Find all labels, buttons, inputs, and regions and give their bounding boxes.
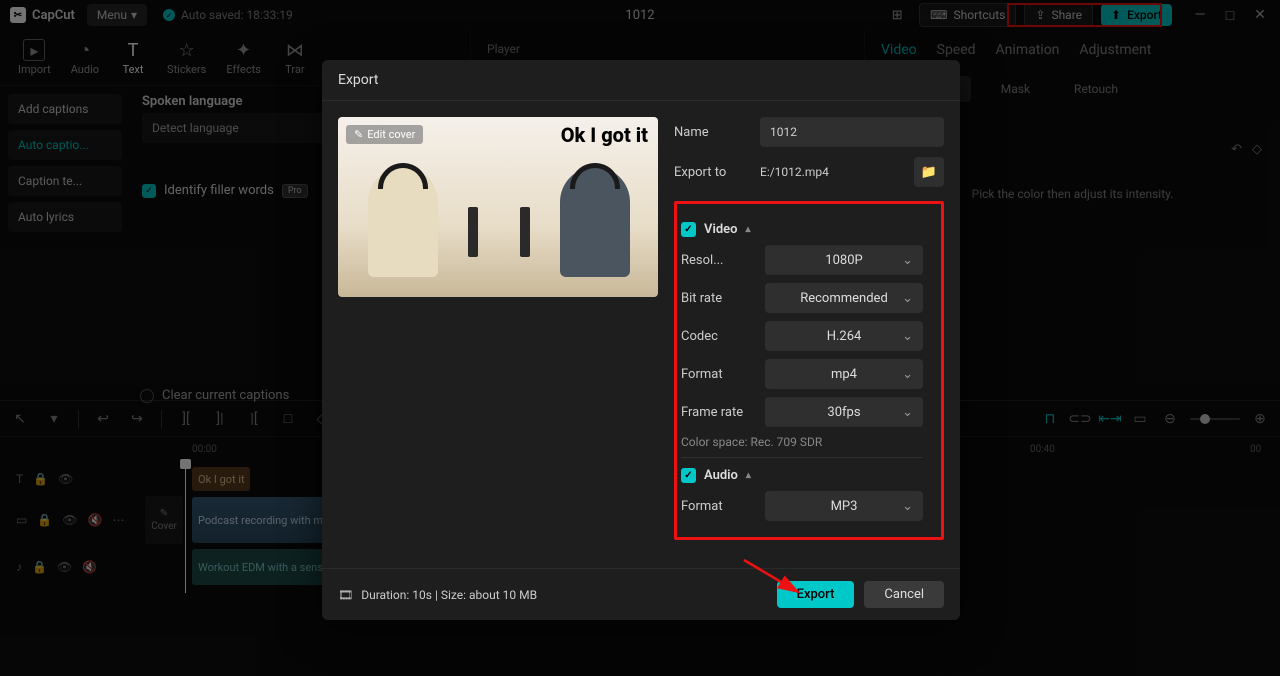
chevron-up-icon: ▴ (746, 470, 751, 481)
export-modal: Export Ok I got it ✎Edit cover Name (322, 60, 960, 620)
modal-cancel-button[interactable]: Cancel (864, 581, 944, 608)
name-input[interactable] (760, 117, 944, 147)
codec-label: Codec (681, 329, 765, 344)
framerate-select[interactable]: 30fps (765, 397, 923, 427)
bitrate-select[interactable]: Recommended (765, 283, 923, 313)
pencil-icon: ✎ (354, 128, 363, 141)
export-preview-thumb: Ok I got it ✎Edit cover (338, 117, 658, 297)
thumb-caption: Ok I got it (561, 123, 648, 147)
audio-section-toggle[interactable]: ✓ Audio ▴ (681, 468, 923, 483)
annotation-box-settings: ✓ Video ▴ Resol... 1080P Bit rate Recomm… (674, 201, 944, 540)
resolution-select[interactable]: 1080P (765, 245, 923, 275)
bitrate-label: Bit rate (681, 291, 765, 306)
modal-title: Export (322, 60, 960, 101)
format-select[interactable]: mp4 (765, 359, 923, 389)
export-footer-info: 🎞 Duration: 10s | Size: about 10 MB (338, 588, 537, 602)
edit-cover-button[interactable]: ✎Edit cover (346, 125, 423, 144)
browse-folder-button[interactable]: 📁 (914, 157, 944, 187)
folder-icon: 📁 (921, 165, 937, 180)
audio-format-label: Format (681, 499, 765, 514)
resolution-label: Resol... (681, 253, 765, 268)
check-icon: ✓ (681, 468, 696, 483)
audio-format-select[interactable]: MP3 (765, 491, 923, 521)
video-section-toggle[interactable]: ✓ Video ▴ (681, 222, 923, 237)
format-label: Format (681, 367, 765, 382)
check-icon: ✓ (681, 222, 696, 237)
colorspace-note: Color space: Rec. 709 SDR (681, 435, 923, 449)
chevron-up-icon: ▴ (746, 224, 751, 235)
export-path: E:/1012.mp4 (760, 157, 904, 187)
framerate-label: Frame rate (681, 405, 765, 420)
codec-select[interactable]: H.264 (765, 321, 923, 351)
film-icon: 🎞 (338, 588, 353, 602)
export-to-label: Export to (674, 165, 750, 180)
name-label: Name (674, 125, 750, 140)
modal-export-button[interactable]: Export (777, 581, 855, 608)
